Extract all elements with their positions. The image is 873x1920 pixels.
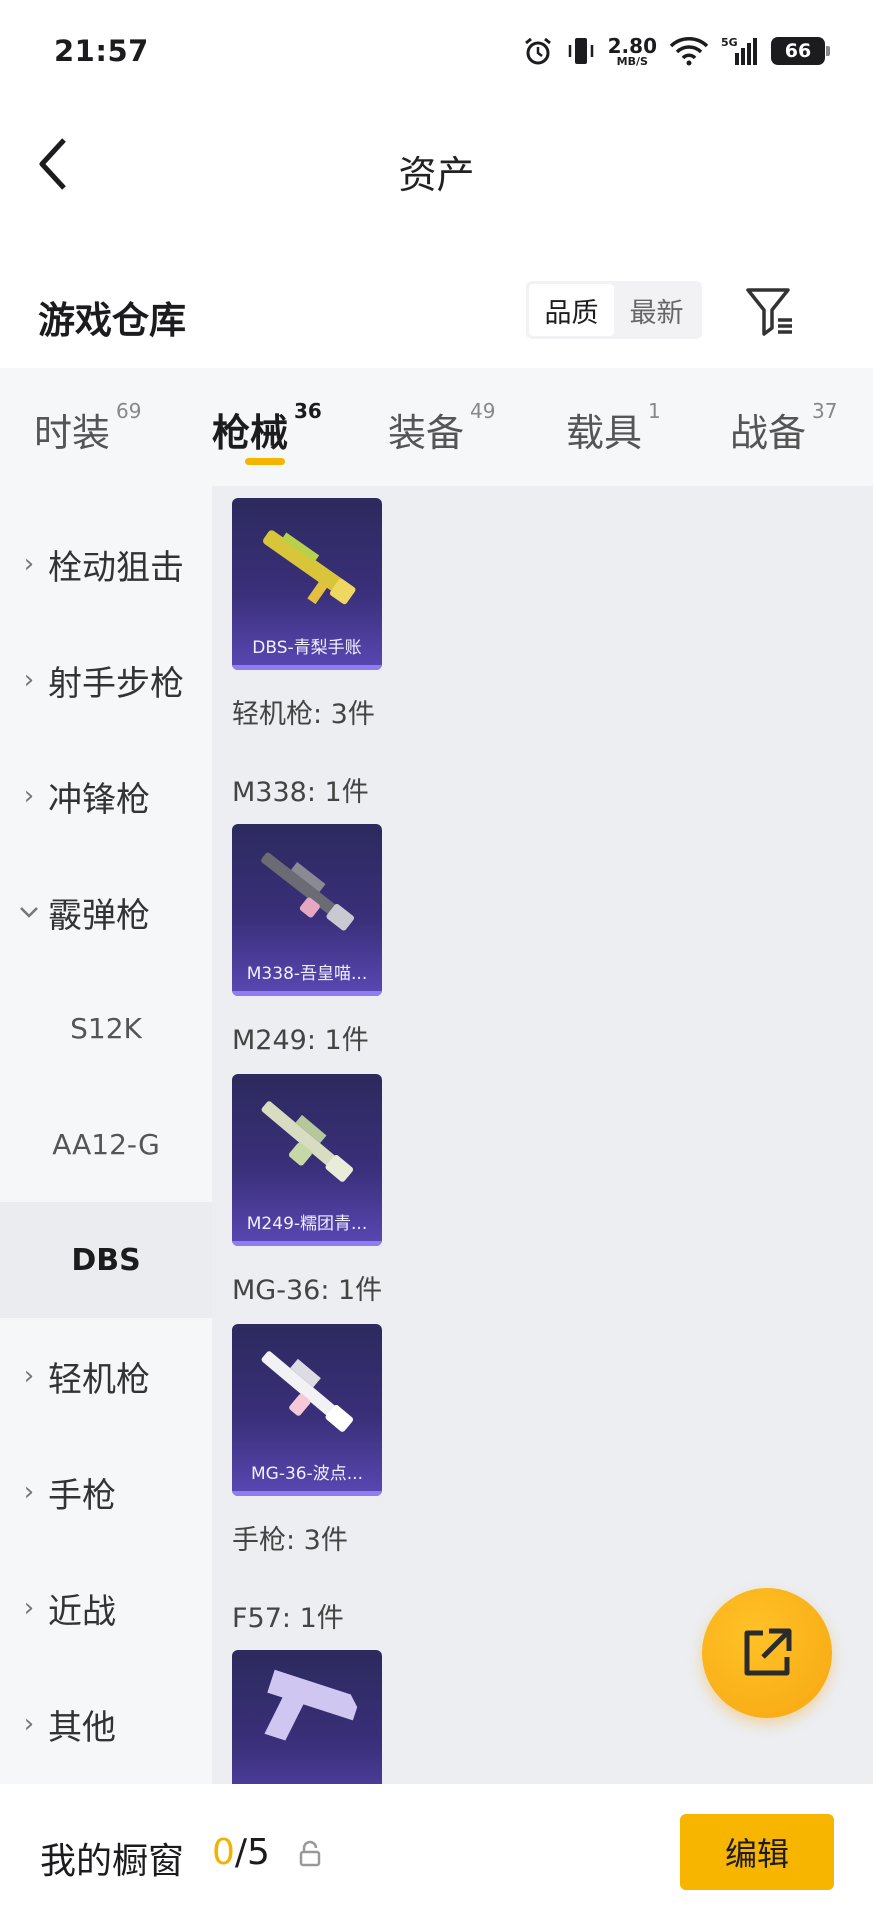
sidebar-item-melee[interactable]: › 近战 (0, 1550, 212, 1666)
vibrate-icon (566, 33, 596, 69)
warehouse-header: 游戏仓库 品质 最新 (0, 224, 873, 368)
sort-toggle: 品质 最新 (526, 281, 702, 339)
sidebar-item-marksman-rifle[interactable]: › 射手步枪 (0, 622, 212, 738)
tab-equipment[interactable]: 装备 49 (388, 399, 495, 457)
sidebar-item-other[interactable]: › 其他 (0, 1666, 212, 1782)
sidebar-item-shotgun[interactable]: 霰弹枪 (0, 854, 212, 970)
chevron-right-icon: › (23, 781, 35, 811)
category-tabs: 时装 69 枪械 36 装备 49 载具 1 战备 37 (0, 368, 873, 486)
lock-icon (296, 1840, 324, 1868)
sidebar-subitem-s12k[interactable]: S12K (0, 970, 212, 1086)
page-title: 资产 (398, 153, 475, 197)
showcase-bar: 我的橱窗 0/5 编辑 (0, 1784, 873, 1920)
warehouse-title: 游戏仓库 (38, 299, 186, 342)
sort-quality-button[interactable]: 品质 (529, 284, 614, 336)
svg-text:5G: 5G (721, 36, 738, 49)
alarm-icon (522, 33, 554, 69)
f57-gun-image (264, 1669, 358, 1741)
active-tab-indicator (245, 458, 285, 465)
item-label-m249: M249: 1件 (232, 1025, 369, 1056)
item-card-f57[interactable] (232, 1650, 382, 1784)
chevron-right-icon: › (23, 549, 35, 579)
sort-newest-button[interactable]: 最新 (614, 284, 699, 336)
chevron-right-icon: › (23, 1477, 35, 1507)
item-card-mg36[interactable]: MG-36-波点... (232, 1324, 382, 1496)
item-label-f57: F57: 1件 (232, 1603, 344, 1634)
share-fab[interactable] (702, 1588, 832, 1718)
item-card-caption: DBS-青梨手账 (252, 638, 362, 658)
status-icons: 2.80 MB/S 5G 66 (522, 30, 830, 72)
item-label-m338: M338: 1件 (232, 777, 369, 808)
nav-bar: 资产 (0, 104, 873, 224)
edit-button[interactable]: 编辑 (680, 1814, 834, 1890)
filter-icon[interactable] (744, 284, 798, 338)
mg36-gun-image (261, 1351, 354, 1432)
chevron-right-icon: › (23, 1593, 35, 1623)
tab-fashion[interactable]: 时装 69 (34, 399, 141, 457)
m249-gun-image (261, 1101, 354, 1182)
item-card-m338[interactable]: M338-吾皇喵... (232, 824, 382, 996)
m338-gun-image (261, 852, 355, 931)
chevron-right-icon: › (23, 665, 35, 695)
item-card-dbs[interactable]: DBS-青梨手账 (232, 498, 382, 670)
status-bar: 21:57 2.80 MB/S 5G 66 (0, 0, 873, 104)
showcase-label: 我的橱窗 (40, 1841, 185, 1882)
sidebar-item-pistol[interactable]: › 手枪 (0, 1434, 212, 1550)
weapon-sidebar: › 栓动狙击 › 射手步枪 › 冲锋枪 霰弹枪 S12K AA12-G DBS › 轻机… (0, 486, 212, 1784)
dbs-gun-image (263, 530, 356, 605)
chevron-right-icon: › (23, 1361, 35, 1391)
external-link-icon (744, 1628, 792, 1676)
sidebar-item-bolt-sniper[interactable]: › 栓动狙击 (0, 506, 212, 622)
group-label-pistol: 手枪: 3件 (232, 1525, 348, 1556)
item-card-caption: MG-36-波点... (251, 1464, 363, 1484)
item-card-caption: M338-吾皇喵... (246, 964, 368, 984)
signal-icon: 5G (721, 33, 759, 69)
sidebar-subitem-aa12g[interactable]: AA12-G (0, 1086, 212, 1202)
battery-icon: 66 (771, 37, 830, 65)
item-card-m249[interactable]: M249-糯团青... (232, 1074, 382, 1246)
net-speed: 2.80 MB/S (607, 33, 657, 68)
sidebar-subitem-dbs[interactable]: DBS (0, 1202, 212, 1318)
group-label-lmg: 轻机枪: 3件 (232, 699, 375, 730)
item-label-mg36: MG-36: 1件 (232, 1275, 383, 1306)
wifi-icon (669, 33, 709, 69)
tab-guns[interactable]: 枪械 36 (212, 399, 322, 457)
tab-supplies[interactable]: 战备 37 (730, 399, 837, 457)
chevron-down-icon (18, 905, 40, 919)
showcase-count: 0/5 (212, 1832, 270, 1873)
sidebar-item-lmg[interactable]: › 轻机枪 (0, 1318, 212, 1434)
status-time: 21:57 (54, 34, 149, 68)
sidebar-item-smg[interactable]: › 冲锋枪 (0, 738, 212, 854)
chevron-right-icon: › (23, 1709, 35, 1739)
item-card-caption: M249-糯团青... (246, 1214, 368, 1234)
tab-vehicles[interactable]: 载具 1 (566, 399, 661, 457)
